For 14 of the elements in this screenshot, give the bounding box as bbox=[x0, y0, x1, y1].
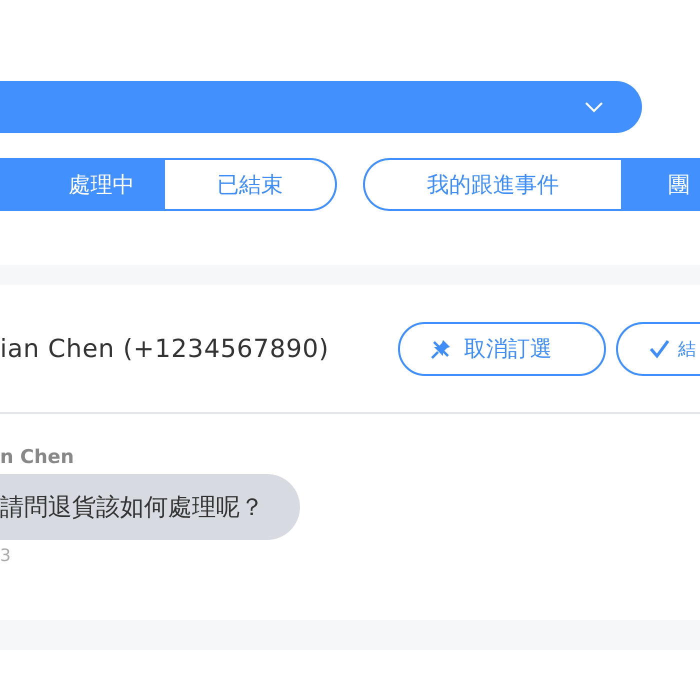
filter-tab[interactable]: 處理中 bbox=[0, 158, 165, 211]
pin-icon bbox=[430, 338, 452, 360]
check-icon bbox=[648, 338, 670, 360]
dropdown-field[interactable] bbox=[0, 81, 642, 133]
action-button[interactable]: 取消訂選 bbox=[398, 322, 606, 376]
filter-tab[interactable]: 團 bbox=[621, 158, 700, 211]
message-time: 3 bbox=[0, 546, 11, 566]
filter-tab[interactable]: 我的跟進事件 bbox=[363, 158, 621, 211]
action-button[interactable]: 結 bbox=[616, 322, 700, 376]
sender-name: n Chen bbox=[0, 446, 74, 468]
chevron-icon bbox=[584, 101, 604, 113]
filter-tab[interactable]: 已結束 bbox=[165, 158, 337, 211]
contact-name: ian Chen (+1234567890) bbox=[0, 334, 330, 363]
message-bubble: 請問退貨該如何處理呢？ bbox=[0, 474, 300, 540]
